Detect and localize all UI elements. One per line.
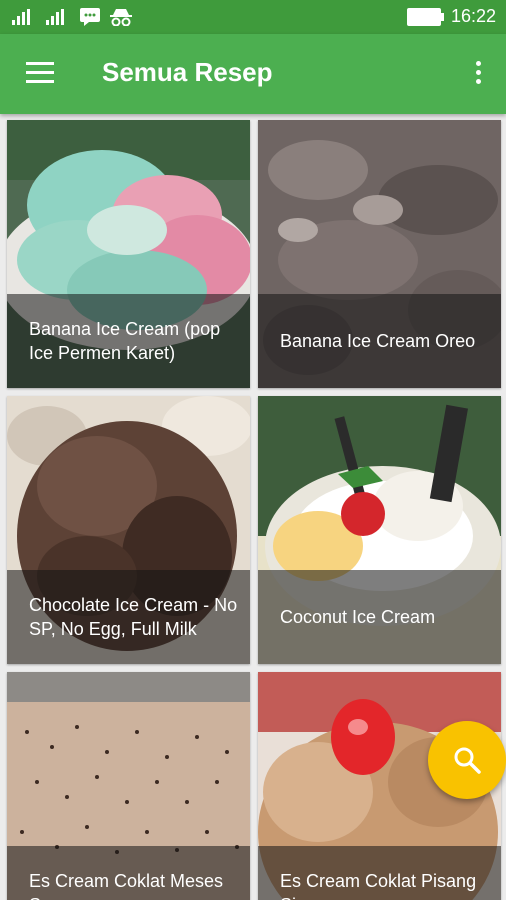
recipe-card[interactable]: Banana Ice Cream (pop Ice Permen Karet) <box>7 120 250 388</box>
recipe-title: Es Cream Coklat Meses Sa... <box>29 871 224 900</box>
recipe-card[interactable]: Chocolate Ice Cream - No SP, No Egg, Ful… <box>7 396 250 664</box>
app-bar: Semua Resep <box>0 34 506 114</box>
search-icon <box>454 747 481 774</box>
recipe-card[interactable]: Es Cream Coklat Meses Sa... <box>7 672 250 900</box>
recipe-grid: Banana Ice Cream (pop Ice Permen Karet) … <box>0 114 506 900</box>
status-bar: 16:22 <box>0 0 506 34</box>
recipe-card[interactable]: Banana Ice Cream Oreo <box>258 120 501 388</box>
recipe-title: Chocolate Ice Cream - No SP, No Egg, Ful… <box>29 595 238 639</box>
battery-icon <box>406 7 444 26</box>
recipe-caption: Chocolate Ice Cream - No SP, No Egg, Ful… <box>7 570 250 664</box>
page-title: Semua Resep <box>102 57 273 87</box>
recipe-caption: Es Cream Coklat Pisang Si... <box>258 846 501 900</box>
chat-icon <box>80 8 100 26</box>
incognito-icon <box>110 8 132 26</box>
recipe-title: Banana Ice Cream Oreo <box>280 331 476 351</box>
recipe-caption: Banana Ice Cream (pop Ice Permen Karet) <box>7 294 250 388</box>
signal-icon <box>46 9 70 25</box>
status-time: 16:22 <box>450 6 496 26</box>
recipe-title: Coconut Ice Cream <box>280 607 436 627</box>
hamburger-menu-icon[interactable] <box>26 62 54 84</box>
recipe-card[interactable]: Coconut Ice Cream <box>258 396 501 664</box>
recipe-title: Banana Ice Cream (pop Ice Permen Karet) <box>29 319 221 363</box>
signal-icon <box>12 9 36 25</box>
more-vert-icon[interactable] <box>474 61 482 87</box>
recipe-caption: Coconut Ice Cream <box>258 570 501 664</box>
recipe-caption: Es Cream Coklat Meses Sa... <box>7 846 250 900</box>
recipe-caption: Banana Ice Cream Oreo <box>258 294 501 388</box>
recipe-title: Es Cream Coklat Pisang Si... <box>280 871 477 900</box>
search-fab-button[interactable] <box>428 721 506 799</box>
